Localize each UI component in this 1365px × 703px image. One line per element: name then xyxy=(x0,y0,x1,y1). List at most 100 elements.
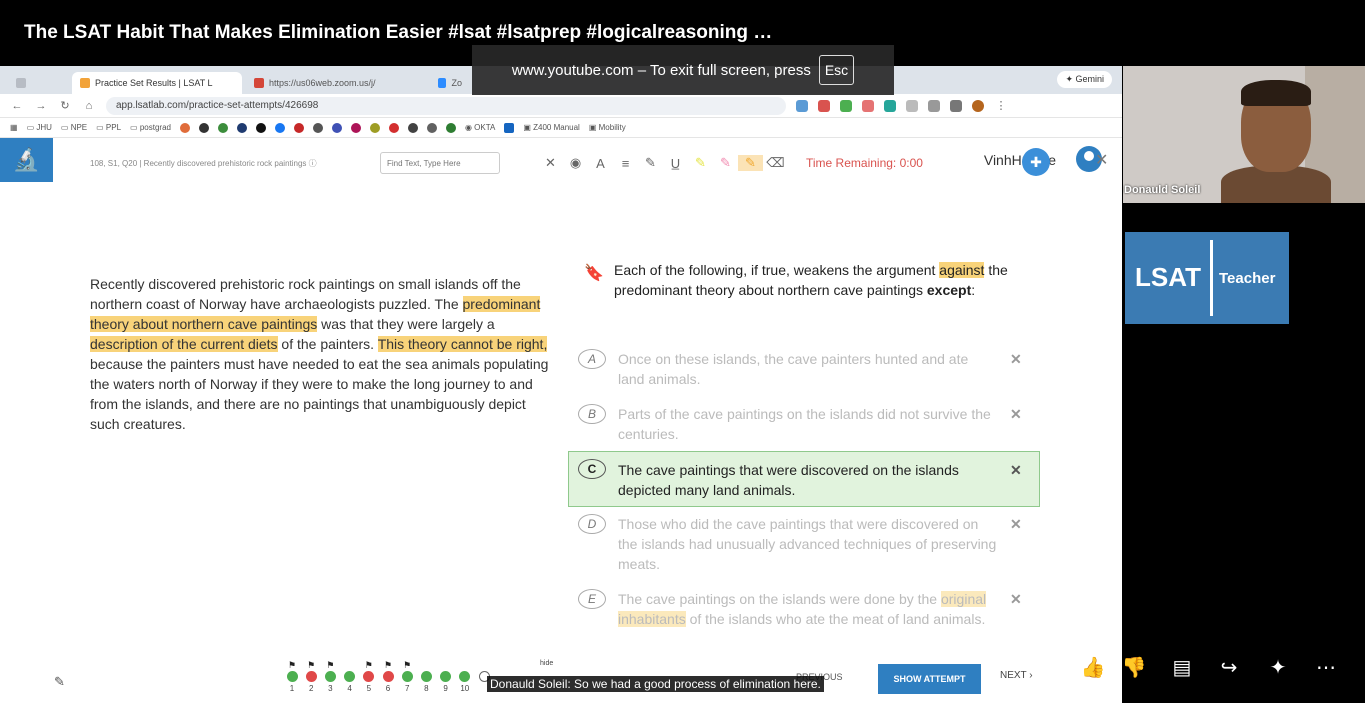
tab-practice-set[interactable]: Practice Set Results | LSAT L xyxy=(72,72,242,94)
bookmark-icon[interactable] xyxy=(426,122,437,133)
highlighter-yellow-icon[interactable]: ✎ xyxy=(688,155,713,171)
bookmark-postgrad[interactable]: ▭ postgrad xyxy=(130,123,171,132)
extension-icon[interactable] xyxy=(796,99,808,112)
bookmark-z400[interactable]: ▣ Z400 Manual xyxy=(523,123,579,132)
progress-status-dot xyxy=(324,671,336,682)
line-spacing-icon[interactable]: ≡ xyxy=(613,156,638,171)
share-button[interactable]: ↪ xyxy=(1210,649,1248,687)
hide-toggle[interactable]: hide xyxy=(540,660,553,667)
next-button[interactable]: NEXT › xyxy=(1000,670,1033,681)
puzzle-icon[interactable] xyxy=(928,99,940,112)
bookmark-icon[interactable] xyxy=(504,122,515,133)
comments-button[interactable]: ▤ xyxy=(1163,649,1201,687)
bookmark-jhu[interactable]: ▭ JHU xyxy=(27,123,52,132)
extension-icon[interactable] xyxy=(818,99,830,112)
bookmark-icon[interactable] xyxy=(369,122,380,133)
progress-question[interactable]: ⚑ 2 xyxy=(303,660,319,693)
eliminate-icon[interactable]: ✕ xyxy=(1010,589,1022,609)
bookmark-icon[interactable] xyxy=(293,122,304,133)
apps-icon[interactable]: ▦ xyxy=(10,123,18,132)
bookmark-mobility[interactable]: ▣ Mobility xyxy=(589,123,626,132)
bookmark-okta[interactable]: ◉ OKTA xyxy=(465,123,495,132)
lsatlab-logo[interactable]: 🔬 xyxy=(0,138,53,182)
bookmark-icon[interactable] xyxy=(198,122,209,133)
info-icon[interactable]: ⓘ xyxy=(309,159,317,168)
bookmark-icon[interactable] xyxy=(255,122,266,133)
ask-ai-button[interactable]: ✦ xyxy=(1259,649,1297,687)
answer-choice-b[interactable]: B Parts of the cave paintings on the isl… xyxy=(568,404,1040,444)
answer-choice-c[interactable]: C The cave paintings that were discovere… xyxy=(568,451,1040,507)
reload-icon[interactable]: ↻ xyxy=(58,99,72,112)
bookmark-icon[interactable] xyxy=(217,122,228,133)
bookmark-icon[interactable] xyxy=(274,122,285,133)
show-attempt-button[interactable]: SHOW ATTEMPT xyxy=(878,664,981,694)
bookmark-icon[interactable] xyxy=(350,122,361,133)
progress-question[interactable]: 4 xyxy=(342,660,358,693)
answer-choice-a[interactable]: A Once on these islands, the cave painte… xyxy=(568,349,1040,389)
bookmark-icon[interactable] xyxy=(388,122,399,133)
youtube-fullscreen-player: The LSAT Habit That Makes Elimination Ea… xyxy=(0,0,1365,703)
eliminate-icon[interactable]: ✕ xyxy=(1010,460,1022,480)
eliminate-tool-icon[interactable]: ✕ xyxy=(538,155,563,171)
eliminate-icon[interactable]: ✕ xyxy=(1010,514,1022,534)
bookmark-icon[interactable] xyxy=(445,122,456,133)
sidebar-icon[interactable] xyxy=(950,99,962,112)
forward-icon[interactable]: → xyxy=(34,100,48,112)
extension-icon[interactable] xyxy=(840,99,852,112)
url-field[interactable]: app.lsatlab.com/practice-set-attempts/42… xyxy=(106,96,786,115)
gmail-favicon xyxy=(254,78,264,88)
font-size-icon[interactable]: A xyxy=(588,156,613,171)
gemini-label: Gemini xyxy=(1075,74,1104,84)
tab-zoom-link[interactable]: https://us06web.zoom.us/j/ xyxy=(246,72,426,94)
logo-word-lsat: LSAT xyxy=(1135,262,1201,292)
progress-question[interactable]: ⚑ 3 xyxy=(322,660,338,693)
more-button[interactable]: ⋯ xyxy=(1307,649,1345,687)
find-text-input[interactable] xyxy=(380,152,500,174)
back-icon[interactable]: ← xyxy=(10,100,24,112)
progress-question[interactable]: ⚑ 7 xyxy=(399,660,415,693)
progress-question[interactable]: 9 xyxy=(438,660,454,693)
bookmark-icon[interactable] xyxy=(236,122,247,133)
progress-number: 4 xyxy=(347,684,352,693)
highlighter-pink-icon[interactable]: ✎ xyxy=(713,155,738,171)
tab-label: Zo xyxy=(451,78,462,88)
bookmark-flag-icon[interactable]: 🔖 xyxy=(584,263,604,283)
underline-icon[interactable]: U̲ xyxy=(663,156,688,171)
highlighter-orange-icon[interactable]: ✎ xyxy=(738,155,763,171)
answer-choice-e[interactable]: E The cave paintings on the islands were… xyxy=(568,589,1040,649)
like-button[interactable]: 👍 xyxy=(1074,649,1112,687)
browser-menu-icon[interactable]: ⋮ xyxy=(994,99,1008,112)
progress-question[interactable]: 10 xyxy=(457,660,473,693)
dislike-button[interactable]: 👎 xyxy=(1115,649,1153,687)
home-icon[interactable]: ⌂ xyxy=(82,100,96,112)
extension-icon[interactable] xyxy=(906,99,918,112)
gemini-button[interactable]: ✦ Gemini xyxy=(1057,71,1112,88)
eliminate-icon[interactable]: ✕ xyxy=(1010,349,1022,369)
profile-avatar[interactable] xyxy=(972,99,984,112)
progress-question[interactable]: ⚑ 5 xyxy=(361,660,377,693)
bookmark-icon[interactable] xyxy=(179,122,190,133)
bookmark-icon[interactable] xyxy=(312,122,323,133)
bookmark-icon[interactable] xyxy=(331,122,342,133)
notes-edit-icon[interactable]: ✎ xyxy=(54,674,65,690)
bookmark-npe[interactable]: ▭ NPE xyxy=(61,123,87,132)
bookmark-ppl[interactable]: ▭ PPL xyxy=(96,123,121,132)
pen-icon[interactable]: ✎ xyxy=(638,155,663,171)
eliminate-icon[interactable]: ✕ xyxy=(1010,404,1022,424)
extension-icon[interactable] xyxy=(862,99,874,112)
webcam-name-label: Donauld Soleil xyxy=(1124,184,1201,196)
progress-question[interactable]: ⚑ 1 xyxy=(284,660,300,693)
ask-ai-icon: ✦ xyxy=(1269,657,1287,679)
microscope-icon: 🔬 xyxy=(12,147,41,172)
close-icon[interactable]: ✕ xyxy=(1095,150,1108,170)
extension-icon[interactable] xyxy=(884,99,896,112)
eye-icon[interactable]: ◉ xyxy=(563,155,588,171)
eraser-icon[interactable]: ⌫ xyxy=(763,155,788,171)
progress-question[interactable]: 8 xyxy=(418,660,434,693)
bookmark-icon[interactable] xyxy=(407,122,418,133)
answer-choice-d[interactable]: D Those who did the cave paintings that … xyxy=(568,514,1040,574)
progress-question[interactable]: ⚑ 6 xyxy=(380,660,396,693)
tab-zoom[interactable]: Zo xyxy=(430,72,470,94)
tab-search-icon[interactable] xyxy=(8,72,68,94)
assistant-fab-icon[interactable]: ✚ xyxy=(1022,148,1050,176)
